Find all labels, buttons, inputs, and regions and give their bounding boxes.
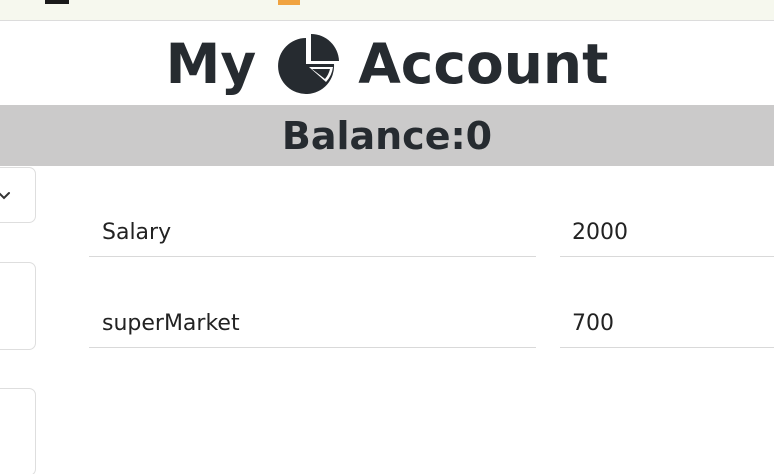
balance-bar: Balance:0	[0, 105, 774, 166]
toolbar-icon[interactable]	[45, 0, 69, 4]
description-input[interactable]	[0, 262, 36, 350]
transaction-amount: 700	[560, 300, 774, 348]
page: My Account Balance:0 Salary 2000 superMa…	[0, 0, 774, 474]
bookmark-icon[interactable]	[278, 0, 300, 5]
transaction-amount: 2000	[560, 209, 774, 257]
transaction-name: Salary	[89, 209, 536, 257]
transaction-name: superMarket	[89, 300, 536, 348]
type-select[interactable]	[0, 167, 36, 223]
browser-toolbar-strip	[0, 0, 774, 21]
title-word-my: My	[165, 31, 257, 96]
page-title: My Account	[0, 26, 774, 102]
amount-input[interactable]	[0, 388, 36, 474]
title-word-account: Account	[358, 31, 609, 96]
balance-label: Balance:0	[281, 113, 493, 158]
chevron-down-icon	[0, 187, 11, 200]
pie-chart-icon	[276, 33, 340, 94]
